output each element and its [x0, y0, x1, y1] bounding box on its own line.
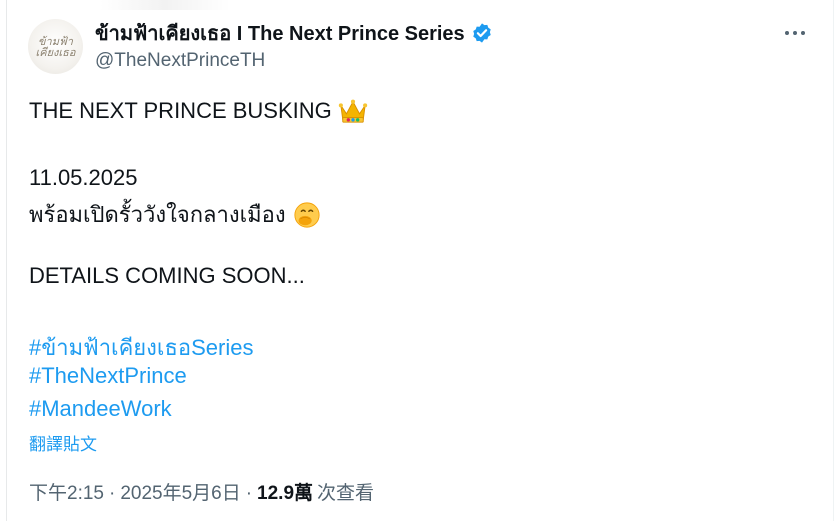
face-with-hand-over-mouth-emoji-icon: [293, 201, 320, 228]
card-left-border: [6, 0, 7, 521]
hashtag-link-2[interactable]: #TheNextPrince: [29, 363, 187, 389]
meta-separator: ·: [245, 483, 253, 504]
post-date[interactable]: 2025年5月6日: [120, 478, 240, 505]
post-text-line-4: DETAILS COMING SOON...: [29, 263, 305, 288]
hashtag-link-3[interactable]: #MandeeWork: [29, 396, 172, 422]
verified-badge-icon[interactable]: [471, 22, 493, 44]
card-right-border: [833, 0, 834, 521]
display-name[interactable]: ข้ามฟ้าเคียงเธอ I The Next Prince Series: [95, 17, 465, 49]
top-fade-strip: [100, 0, 230, 10]
hashtag-link-1[interactable]: #ข้ามฟ้าเคียงเธอSeries: [29, 330, 253, 365]
more-options-icon[interactable]: [780, 22, 810, 44]
crown-emoji-icon: [338, 99, 367, 123]
avatar[interactable]: ข้ามฟ้า เคียงเธอ: [28, 19, 83, 74]
name-row: ข้ามฟ้าเคียงเธอ I The Next Prince Series: [95, 20, 493, 46]
views-label: 次查看: [317, 483, 375, 504]
more-dot: [793, 31, 797, 35]
author-handle[interactable]: @TheNextPrinceTH: [95, 50, 493, 72]
translate-post-link[interactable]: 翻譯貼文: [29, 430, 97, 455]
views-count[interactable]: 12.9萬: [257, 478, 313, 505]
post-text-line-2: 11.05.2025: [29, 165, 138, 190]
post-text-line-3: พร้อมเปิดรั้ววังใจกลางเมือง: [29, 197, 322, 232]
more-dot: [785, 31, 789, 35]
meta-separator: ·: [108, 483, 116, 504]
thai-tagline-text: พร้อมเปิดรั้ววังใจกลางเมือง: [29, 202, 286, 227]
avatar-logo-text: ข้ามฟ้า เคียงเธอ: [35, 34, 76, 59]
post-title-text: THE NEXT PRINCE BUSKING: [29, 98, 332, 123]
post-time[interactable]: 下午2:15: [29, 478, 104, 505]
post-text-line-1: THE NEXT PRINCE BUSKING: [29, 97, 368, 125]
more-dot: [801, 31, 805, 35]
tweet-card: ข้ามฟ้า เคียงเธอ ข้ามฟ้าเคียงเธอ I The N…: [0, 0, 836, 521]
post-header: ข้ามฟ้าเคียงเธอ I The Next Prince Series…: [95, 20, 493, 72]
post-metadata: 下午2:15 · 2025年5月6日 · 12.9萬 次查看: [29, 478, 374, 505]
